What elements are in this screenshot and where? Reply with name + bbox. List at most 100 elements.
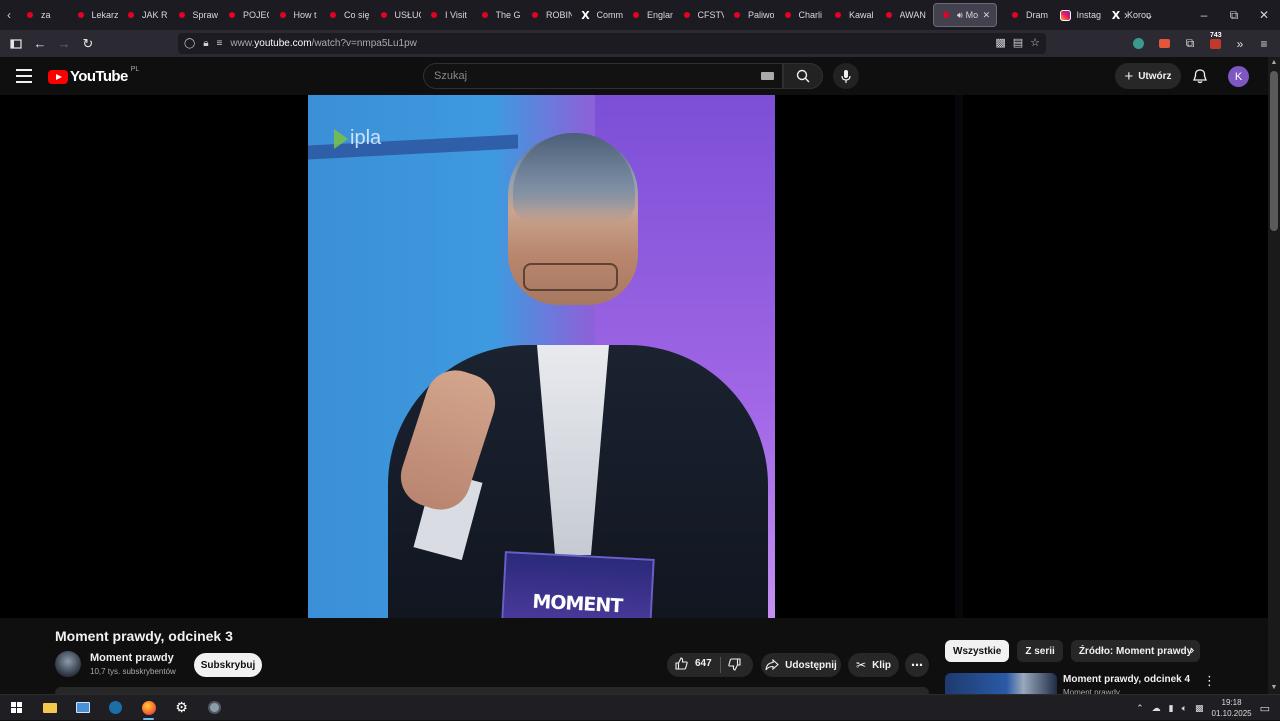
pip-icon[interactable]: ▩	[995, 36, 1005, 49]
filter-chip[interactable]: Wszystkie	[945, 640, 1010, 662]
start-button[interactable]	[0, 695, 33, 721]
volume-icon[interactable]: 🔈︎	[1182, 703, 1187, 714]
description-box[interactable]	[55, 687, 929, 694]
search-input[interactable]	[434, 70, 754, 82]
url-text[interactable]: www.youtube.com/watch?v=nmpa5Lu1pw	[230, 38, 417, 49]
page-scrollbar[interactable]: ▲ ▼	[1268, 57, 1280, 694]
overflow-menu-chevron-icon[interactable]: »	[1229, 30, 1251, 57]
computer-app-icon[interactable]	[66, 695, 99, 721]
usb-icon[interactable]: ▮	[1169, 703, 1174, 714]
browser-tab[interactable]: AWAN	[877, 0, 928, 30]
extensions-icon[interactable]: ⧉	[1179, 30, 1201, 57]
app-globe-icon[interactable]	[198, 695, 231, 721]
tab-audio-icon[interactable]: 🔊︎	[957, 10, 963, 21]
sidebar-toggle-icon[interactable]	[4, 32, 28, 56]
clip-button[interactable]: ✂︎ Klip	[848, 653, 899, 677]
browser-tab[interactable]: The G	[473, 0, 524, 30]
browser-tab[interactable]: Instag	[1054, 0, 1105, 30]
browser-tab[interactable]: USŁUC	[372, 0, 423, 30]
notifications-bell-icon[interactable]	[1190, 66, 1210, 86]
video-player[interactable]: ipla MOMENT	[0, 95, 1268, 618]
watermark-text: ipla	[350, 127, 382, 149]
tracking-shield-icon[interactable]: ◯	[184, 38, 195, 49]
youtube-favicon-icon	[428, 9, 440, 21]
share-button[interactable]: Udostępnij	[761, 653, 841, 677]
recommendation-thumbnail[interactable]	[945, 673, 1057, 694]
tabs-scroll-left-icon[interactable]: ‹	[0, 0, 18, 30]
reload-icon[interactable]: ↻	[76, 32, 100, 56]
app-menu-icon[interactable]: ≡	[1253, 30, 1275, 57]
filter-chip[interactable]: Źródło: Moment prawdy	[1070, 640, 1201, 662]
recommendation-title[interactable]: Moment prawdy, odcinek 4	[1063, 674, 1190, 685]
bookmark-star-icon[interactable]: ☆	[1030, 36, 1040, 49]
tray-expand-icon[interactable]: ⌃	[1136, 703, 1144, 714]
firefox-icon[interactable]	[132, 695, 165, 721]
browser-tab[interactable]: Kawal	[826, 0, 877, 30]
clock[interactable]: 19:18 01.10.2025	[1212, 697, 1252, 719]
extension-fox-icon[interactable]	[1153, 30, 1175, 57]
tabs-scroll-right-icon[interactable]: ›	[1117, 0, 1135, 30]
browser-tab[interactable]: I Visit	[422, 0, 473, 30]
extension-notifications-icon[interactable]: 743	[1204, 30, 1226, 57]
maximize-icon[interactable]: ⧉	[1218, 0, 1250, 30]
permissions-icon[interactable]: ≡	[217, 38, 223, 49]
dislike-button[interactable]	[728, 658, 741, 674]
video-frame[interactable]: ipla MOMENT	[308, 95, 775, 618]
browser-tab[interactable]: Paliwo	[725, 0, 776, 30]
forward-icon[interactable]: →	[52, 32, 76, 56]
minimize-icon[interactable]: –	[1188, 0, 1220, 30]
youtube-favicon-icon	[630, 9, 642, 21]
file-explorer-icon[interactable]	[33, 695, 66, 721]
extension-shield-icon[interactable]	[1127, 30, 1149, 57]
browser-tab[interactable]: How t	[271, 0, 322, 30]
notification-center-icon[interactable]: ▭	[1260, 702, 1270, 715]
youtube-favicon-icon	[731, 9, 743, 21]
reader-view-icon[interactable]: ▤	[1013, 36, 1023, 49]
channel-avatar[interactable]	[55, 651, 81, 677]
guide-menu-icon[interactable]	[16, 69, 32, 83]
onedrive-icon[interactable]: ☁︎	[1152, 703, 1161, 714]
browser-tab[interactable]: ROBIN	[523, 0, 574, 30]
more-actions-button[interactable]: ⋯	[905, 653, 929, 677]
browser-tab[interactable]: za	[18, 0, 69, 30]
host-glasses	[523, 263, 618, 291]
scrollbar-thumb[interactable]	[1270, 71, 1278, 231]
plus-icon: +	[1124, 67, 1134, 85]
keyboard-icon[interactable]	[761, 72, 774, 80]
network-icon[interactable]: ▩	[1195, 703, 1204, 714]
filter-chip[interactable]: Z serii	[1017, 640, 1063, 662]
address-bar[interactable]: ◯ 🔒︎ ≡ www.youtube.com/watch?v=nmpa5Lu1p…	[178, 33, 1046, 54]
browser-tab[interactable]: Co się	[321, 0, 372, 30]
subscribe-button[interactable]: Subskrybuj	[194, 653, 262, 677]
steam-icon[interactable]	[99, 695, 132, 721]
search-button[interactable]	[783, 63, 823, 89]
browser-tab[interactable]: JAK R	[119, 0, 170, 30]
tab-close-icon[interactable]: ✕	[983, 10, 991, 21]
browser-tab[interactable]: CFSTV	[675, 0, 726, 30]
browser-tab[interactable]: Dram	[1003, 0, 1054, 30]
instagram-favicon-icon	[1060, 9, 1072, 21]
voice-search-button[interactable]	[833, 63, 859, 89]
recommendation-menu-icon[interactable]: ⋮	[1203, 673, 1216, 689]
back-icon[interactable]: ←	[28, 32, 52, 56]
browser-tab[interactable]: Spraw	[170, 0, 221, 30]
browser-tab[interactable]: Englan	[624, 0, 675, 30]
chips-next-icon[interactable]: ›	[1190, 642, 1194, 657]
lock-icon[interactable]: 🔒︎	[203, 38, 208, 49]
browser-tab[interactable]: POJEC	[220, 0, 271, 30]
channel-name[interactable]: Moment prawdy	[90, 652, 174, 664]
close-window-icon[interactable]: ✕	[1248, 0, 1280, 30]
list-all-tabs-icon[interactable]: ⌄	[1140, 0, 1158, 30]
browser-tab[interactable]: Charli	[776, 0, 827, 30]
like-button[interactable]: 647	[675, 657, 712, 670]
scroll-down-icon[interactable]: ▼	[1270, 684, 1278, 692]
tab-active[interactable]: 🔊︎ Mo ✕	[933, 3, 997, 27]
account-avatar[interactable]: K	[1228, 66, 1249, 87]
scroll-up-icon[interactable]: ▲	[1270, 59, 1278, 67]
settings-gear-icon[interactable]: ⚙︎	[165, 695, 198, 721]
browser-tab[interactable]: X Comm	[574, 0, 625, 30]
create-button[interactable]: + Utwórz	[1115, 63, 1181, 89]
browser-tab[interactable]: Lekarz	[69, 0, 120, 30]
youtube-favicon-icon	[883, 9, 895, 21]
youtube-logo[interactable]: YouTube PL	[48, 66, 139, 85]
